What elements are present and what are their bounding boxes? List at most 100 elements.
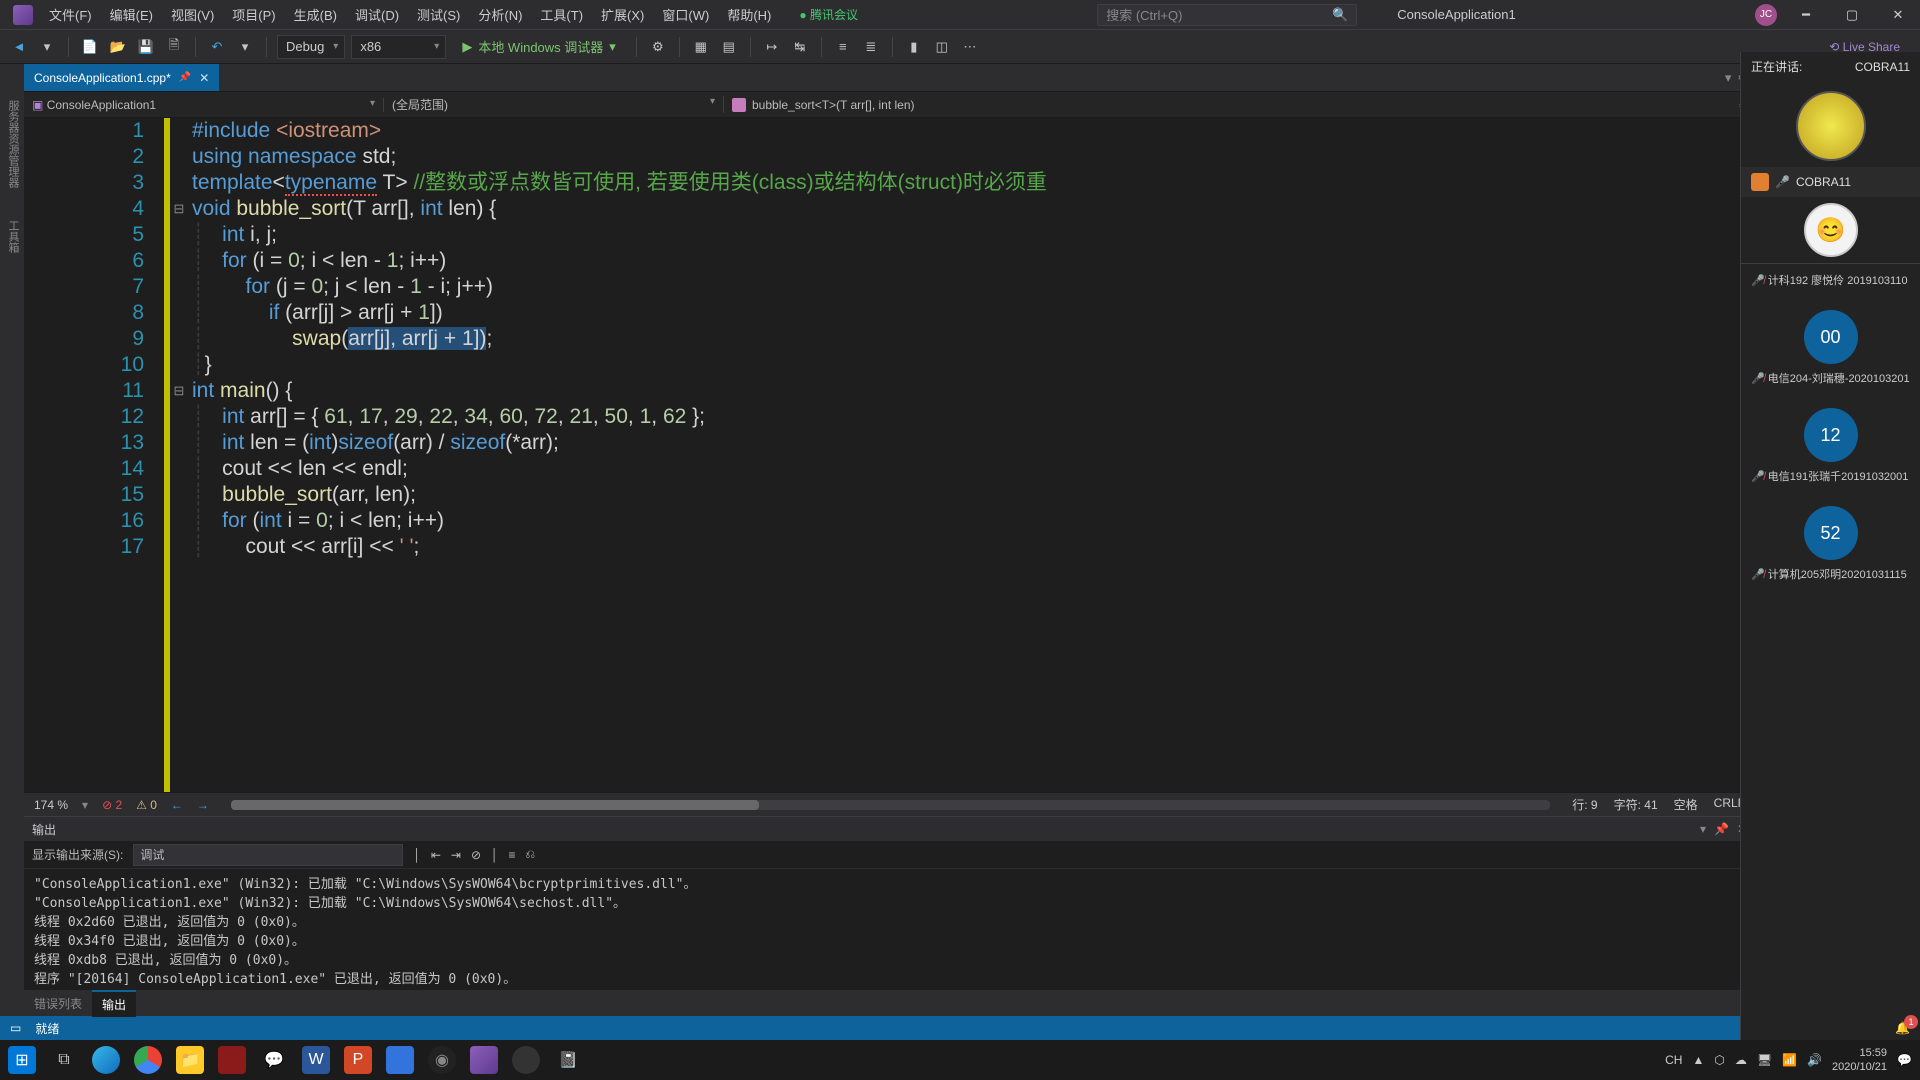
start-button[interactable]: ⊞ [8,1046,36,1074]
pin-icon[interactable]: 📌 [179,72,191,83]
menu-item[interactable]: 文件(F) [41,0,100,29]
close-button[interactable]: ✕ [1881,7,1915,23]
tool-icon-6[interactable]: ≡ [832,36,854,58]
emoji-avatar: 😊 [1804,203,1858,257]
output-tool-icon-1[interactable]: ⇤ [431,848,441,862]
toolbox-tab[interactable]: 工具箱 [0,214,24,259]
panel-dropdown-icon[interactable]: ▾ [1700,822,1706,836]
tray-icon-3[interactable]: ☁ [1735,1053,1747,1067]
wifi-icon[interactable]: 📶 [1782,1053,1797,1067]
menu-item[interactable]: 扩展(X) [593,0,652,29]
explorer-icon[interactable]: 📁 [176,1046,204,1074]
notepad-icon[interactable]: 📓 [554,1046,582,1074]
tab-output[interactable]: 输出 [92,990,136,1017]
app-icon-2[interactable]: 💬 [260,1046,288,1074]
self-row[interactable]: 🎤 COBRA11 [1741,167,1920,197]
menu-item[interactable]: 项目(P) [224,0,283,29]
menu-item[interactable]: 调试(D) [347,0,407,29]
save-icon[interactable]: 💾 [135,36,157,58]
output-tool-icon-3[interactable]: ⊘ [471,848,481,862]
menu-item[interactable]: 生成(B) [286,0,345,29]
menu-item[interactable]: 帮助(H) [719,0,779,29]
tab-close-icon[interactable]: ✕ [199,71,209,85]
volume-icon[interactable]: 🔊 [1807,1053,1822,1067]
indent-mode[interactable]: 空格 [1674,796,1698,813]
tray-icon-1[interactable]: ▲ [1692,1053,1704,1067]
obs-icon[interactable]: ◉ [428,1046,456,1074]
tool-icon-10[interactable]: ⋯ [959,36,981,58]
h-scrollbar[interactable] [231,800,1550,810]
powerpoint-icon[interactable]: P [344,1046,372,1074]
undo-icon[interactable]: ↶ [206,36,228,58]
tray-icon-2[interactable]: ⬡ [1714,1053,1724,1067]
tool-icon-3[interactable]: ▤ [718,36,740,58]
maximize-button[interactable]: ▢ [1835,7,1869,23]
menu-item[interactable]: 测试(S) [409,0,468,29]
menu-item[interactable]: 编辑(E) [102,0,161,29]
app-icon-4[interactable] [512,1046,540,1074]
save-all-icon[interactable]: 🗎 [163,36,185,58]
server-explorer-tab[interactable]: 服务器资源管理器 [0,94,24,194]
tabs-overflow-icon[interactable]: ▾ [1725,70,1732,86]
tool-icon-4[interactable]: ↦ [761,36,783,58]
tool-icon-8[interactable]: ▮ [903,36,925,58]
nav-back-icon[interactable]: ◄ [8,36,30,58]
system-tray: CH ▲ ⬡ ☁ 🖥 📶 🔊 15:59 2020/10/21 💬 [1665,1046,1912,1074]
menu-item[interactable]: 工具(T) [532,0,591,29]
participant[interactable]: 12🎤̸ 电信191张瑞千20191032001 [1741,394,1920,492]
tool-icon-9[interactable]: ◫ [931,36,953,58]
panel-pin-icon[interactable]: 📌 [1714,822,1729,836]
app-icon-3[interactable] [386,1046,414,1074]
error-count[interactable]: ⊘ 2 [102,798,122,812]
minimize-button[interactable]: ━ [1789,7,1823,23]
nav-next-icon[interactable]: → [197,798,209,812]
ime-indicator[interactable]: CH [1665,1053,1682,1067]
tool-icon-5[interactable]: ↹ [789,36,811,58]
nav-mid[interactable]: (全局范围) [384,96,724,113]
tool-icon-7[interactable]: ≣ [860,36,882,58]
notifications-button[interactable]: 🔔1 [1895,1021,1910,1035]
participant[interactable]: 00🎤̸ 电信204-刘瑞穗-20201032010 [1741,296,1920,394]
menu-item[interactable]: 视图(V) [163,0,222,29]
output-tool-icon-2[interactable]: ⇥ [451,848,461,862]
participant[interactable]: 🎤̸ 计科192 廖悦伶 2019103110 [1741,264,1920,296]
edge-icon[interactable] [92,1046,120,1074]
output-source-select[interactable]: 调试 [133,844,403,866]
speaking-name: COBRA11 [1855,60,1910,74]
open-icon[interactable]: 📂 [107,36,129,58]
menu-item[interactable]: 窗口(W) [654,0,717,29]
output-tool-icon-4[interactable]: ≡ [509,848,516,862]
clock[interactable]: 15:59 2020/10/21 [1832,1046,1887,1074]
user-badge[interactable]: JC [1755,4,1777,26]
nav-scope[interactable]: ▣ ConsoleApplication1 [24,98,384,112]
tab-error-list[interactable]: 错误列表 [24,991,92,1016]
warning-count[interactable]: ⚠ 0 [136,798,157,812]
start-debug-button[interactable]: 本地 Windows 调试器 ▾ [452,35,626,59]
app-icon-1[interactable] [218,1046,246,1074]
search-box[interactable]: 搜索 (Ctrl+Q) 🔍 [1097,4,1357,26]
vs-icon[interactable] [470,1046,498,1074]
redo-icon[interactable]: ▾ [234,36,256,58]
tray-icon-4[interactable]: 🖥 [1757,1053,1772,1067]
output-tool-icon-5[interactable]: ⎌ [526,847,536,862]
tool-icon-1[interactable]: ⚙ [647,36,669,58]
task-view-icon[interactable]: ⧉ [50,1046,78,1074]
nav-fwd-icon[interactable]: ▾ [36,36,58,58]
new-file-icon[interactable]: 📄 [79,36,101,58]
zoom-level[interactable]: 174 % [34,798,68,812]
chrome-icon[interactable] [134,1046,162,1074]
nav-prev-icon[interactable]: ← [171,798,183,812]
notification-center-icon[interactable]: 💬 [1897,1053,1912,1067]
participant[interactable]: 52🎤̸ 计算机205邓明20201031115 [1741,492,1920,590]
mic-icon[interactable]: 🎤 [1775,175,1790,189]
nav-function[interactable]: bubble_sort<T>(T arr[], int len) [724,98,1733,112]
word-icon[interactable]: W [302,1046,330,1074]
menu-item[interactable]: 分析(N) [470,0,530,29]
output-body[interactable]: "ConsoleApplication1.exe" (Win32): 已加载 "… [24,869,1755,990]
code-editor[interactable]: 1234567891011121314151617 ⊟⊟ #include <i… [24,118,1755,792]
platform-dropdown[interactable]: x86 [351,35,446,59]
self-avatar[interactable] [1796,91,1866,161]
tool-icon-2[interactable]: ▦ [690,36,712,58]
config-dropdown[interactable]: Debug [277,35,345,59]
document-tab-active[interactable]: ConsoleApplication1.cpp* 📌 ✕ [24,64,219,91]
